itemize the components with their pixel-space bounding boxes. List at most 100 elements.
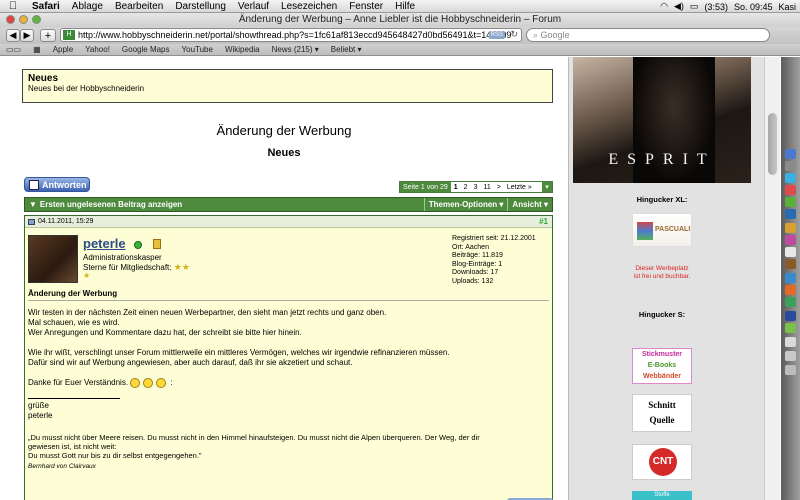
- window-controls: [6, 15, 41, 24]
- ad-stick-line1: Stickmuster: [641, 351, 683, 358]
- dock-app-icon[interactable]: [785, 337, 796, 347]
- membership-stars: Sterne für Mitgliedschaft: ★★: [83, 262, 190, 273]
- thread-subheading: Neues: [267, 147, 301, 159]
- window-title: Änderung der Werbung – Anne Liebler ist …: [238, 14, 562, 25]
- reply-button[interactable]: Antworten: [24, 177, 90, 192]
- bookmark-news[interactable]: News (215) ▾: [266, 45, 325, 54]
- first-unread-link[interactable]: ▼ Ersten ungelesenen Beitrag anzeigen: [25, 200, 424, 209]
- reply-icon: [29, 179, 39, 190]
- view-menu[interactable]: Ansicht ▾: [507, 198, 552, 211]
- post-body: Wir testen in der nächsten Zeit einen ne…: [28, 308, 549, 471]
- forum-column: Neues Neues bei der Hobbyschneiderin Änd…: [0, 57, 568, 500]
- page-3[interactable]: 3: [471, 184, 481, 191]
- esprit-logo: ESPRIT: [608, 151, 716, 168]
- ad-stickmuster[interactable]: Stickmuster E-Books Webbänder: [632, 348, 692, 384]
- post-title: Änderung der Werbung: [28, 289, 549, 301]
- menu-verlauf[interactable]: Verlauf: [232, 1, 275, 12]
- ad-pascuali[interactable]: PASCUALI: [632, 213, 692, 247]
- dock-app-icon[interactable]: [785, 351, 796, 361]
- ad-stoffe[interactable]: Stoffe: [632, 491, 692, 500]
- volume-icon[interactable]: ◀): [674, 1, 684, 12]
- bookmark-beliebt[interactable]: Beliebt ▾: [325, 45, 368, 54]
- dock-app-icon[interactable]: [785, 185, 796, 195]
- star-icon: ★★: [173, 262, 190, 272]
- dock-app-icon[interactable]: [785, 285, 796, 295]
- signature-name: peterle: [28, 411, 53, 421]
- clock[interactable]: So. 09:45: [734, 2, 773, 12]
- menu-app-safari[interactable]: Safari: [26, 1, 66, 12]
- menu-fenster[interactable]: Fenster: [343, 1, 389, 12]
- avatar[interactable]: [28, 235, 78, 283]
- ad-schnittquelle[interactable]: Schnitt Quelle: [632, 394, 692, 432]
- dock-app-icon[interactable]: [785, 197, 796, 207]
- bookmark-wikipedia[interactable]: Wikipedia: [219, 45, 266, 54]
- post-text: Wie ihr wißt, verschlingt unser Forum mi…: [28, 348, 450, 357]
- dock-app-icon[interactable]: [785, 311, 796, 321]
- post-text: Wir testen in der nächsten Zeit einen ne…: [28, 308, 387, 317]
- dock-app-icon[interactable]: [785, 173, 796, 183]
- dock-app-icon[interactable]: [785, 235, 796, 245]
- post-number[interactable]: #1: [539, 217, 552, 226]
- dock-app-icon[interactable]: [785, 209, 796, 219]
- dock-app-icon[interactable]: [785, 323, 796, 333]
- dock-app-icon[interactable]: [785, 273, 796, 283]
- dock: [781, 57, 800, 500]
- url-text[interactable]: http://www.hobbyschneiderin.net/portal/s…: [78, 30, 511, 40]
- user-blog[interactable]: Blog-Einträge: 1: [452, 261, 536, 270]
- news-title[interactable]: Neues: [28, 73, 547, 84]
- add-bookmark-button[interactable]: +: [40, 29, 56, 42]
- dock-app-icon[interactable]: [785, 259, 796, 269]
- address-bar[interactable]: H http://www.hobbyschneiderin.net/portal…: [60, 28, 522, 42]
- book-icon[interactable]: ▭▭: [0, 45, 27, 54]
- page-11[interactable]: 11: [480, 184, 493, 191]
- close-window-icon[interactable]: [6, 15, 15, 24]
- dock-app-icon[interactable]: [785, 365, 796, 375]
- bookmark-youtube[interactable]: YouTube: [176, 45, 219, 54]
- ad-cnt[interactable]: CNT: [632, 444, 692, 480]
- reply-label: Antworten: [42, 179, 87, 190]
- browser-toolbar: ◀ ▶ + H http://www.hobbyschneiderin.net/…: [0, 27, 800, 44]
- back-button[interactable]: ◀: [6, 29, 20, 42]
- apple-menu-icon[interactable]: : [0, 0, 26, 12]
- page-next[interactable]: >: [494, 184, 504, 191]
- dock-app-icon[interactable]: [785, 149, 796, 159]
- menu-ablage[interactable]: Ablage: [66, 1, 109, 12]
- scrollbar-thumb[interactable]: [768, 113, 777, 175]
- menu-hilfe[interactable]: Hilfe: [389, 1, 421, 12]
- vertical-scrollbar[interactable]: [764, 57, 780, 500]
- page-dropdown-icon[interactable]: ▾: [542, 182, 552, 192]
- page-last[interactable]: Letzte »: [504, 184, 535, 191]
- reload-icon[interactable]: ↻: [510, 29, 518, 40]
- wifi-icon[interactable]: ◠: [660, 1, 668, 12]
- thread-tools-menu[interactable]: Themen-Optionen ▾: [423, 198, 508, 211]
- post-paragraph: Wir testen in der nächsten Zeit einen ne…: [28, 308, 549, 338]
- dock-app-icon[interactable]: [785, 247, 796, 257]
- search-icon: ⌕: [533, 30, 541, 40]
- dock-app-icon[interactable]: [785, 161, 796, 171]
- post-text: Danke für Euer Verständnis.: [28, 378, 129, 388]
- menu-bearbeiten[interactable]: Bearbeiten: [109, 1, 169, 12]
- grid-icon[interactable]: ▦: [27, 45, 47, 54]
- rss-badge[interactable]: RSS: [488, 31, 505, 39]
- dock-app-icon[interactable]: [785, 297, 796, 307]
- page-2[interactable]: 2: [461, 184, 471, 191]
- battery-icon[interactable]: ▭: [690, 1, 699, 12]
- post-text: :: [170, 378, 173, 388]
- search-field[interactable]: ⌕ Google: [526, 28, 770, 42]
- bookmark-google-maps[interactable]: Google Maps: [116, 45, 176, 54]
- dock-app-icon[interactable]: [785, 223, 796, 233]
- ad-free-slot[interactable]: Dieser Werbeplatz ist frei und buchbar.: [573, 265, 751, 281]
- minimize-window-icon[interactable]: [19, 15, 28, 24]
- page-1[interactable]: 1: [451, 184, 461, 191]
- bookmark-yahoo[interactable]: Yahoo!: [79, 45, 116, 54]
- menu-lesezeichen[interactable]: Lesezeichen: [275, 1, 343, 12]
- hingucker-xl-title: Hingucker XL:: [636, 195, 688, 204]
- signature-greeting: grüße: [28, 401, 49, 411]
- username[interactable]: peterle: [83, 236, 126, 251]
- zoom-window-icon[interactable]: [32, 15, 41, 24]
- menu-darstellung[interactable]: Darstellung: [169, 1, 232, 12]
- forward-button[interactable]: ▶: [20, 29, 34, 42]
- bookmark-apple[interactable]: Apple: [47, 45, 79, 54]
- esprit-banner[interactable]: ESPRIT: [573, 57, 751, 183]
- user-menu[interactable]: Kasi: [778, 2, 796, 12]
